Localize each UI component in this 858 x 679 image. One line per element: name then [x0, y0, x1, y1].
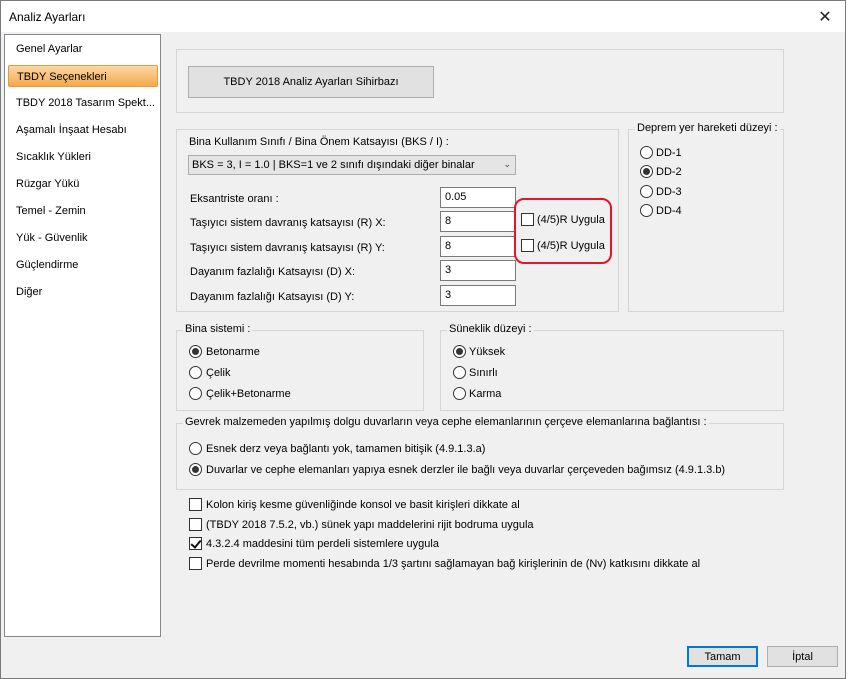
chevron-down-icon[interactable]: ⌄	[503, 156, 511, 174]
gevrek-group-label: Gevrek malzemeden yapılmış dolgu duvarla…	[183, 416, 709, 428]
radio-dd-2[interactable]	[640, 165, 653, 178]
sidebar-item-tbdy-secenekleri[interactable]: TBDY Seçenekleri	[8, 65, 158, 87]
dd-1-label: DD-1	[656, 147, 682, 159]
sidebar-item-ruzgar-yuku[interactable]: Rüzgar Yükü	[8, 173, 158, 195]
dd-3-label: DD-3	[656, 186, 682, 198]
celik-betonarme-label: Çelik+Betonarme	[206, 388, 291, 400]
celik-label: Çelik	[206, 367, 231, 379]
radio-sinirli[interactable]	[453, 366, 466, 379]
eksantriste-label: Eksantriste oranı :	[190, 193, 279, 205]
deprem-group-label: Deprem yer hareketi düzeyi :	[635, 122, 780, 134]
dy-label: Dayanım fazlalığı Katsayısı (D) Y:	[190, 291, 355, 303]
sidebar-item-sicaklik-yukleri[interactable]: Sıcaklık Yükleri	[8, 146, 158, 168]
radio-esnek-derz-bagli[interactable]	[189, 463, 202, 476]
radio-esnek-derz-yok[interactable]	[189, 442, 202, 455]
konsol-kiris-label: Kolon kiriş kesme güvenliğinde konsol ve…	[206, 499, 520, 511]
radio-dd-4[interactable]	[640, 204, 653, 217]
karma-label: Karma	[469, 388, 502, 400]
dy-input[interactable]: 3	[440, 285, 516, 306]
sidebar-item-diger[interactable]: Diğer	[8, 281, 158, 303]
bks-select-value: BKS = 3, I = 1.0 | BKS=1 ve 2 sınıfı dış…	[192, 159, 475, 171]
sidebar-item-guclendirme[interactable]: Güçlendirme	[8, 254, 158, 276]
sidebar-item-genel-ayarlar[interactable]: Genel Ayarlar	[8, 38, 158, 60]
gevrek-group: Gevrek malzemeden yapılmış dolgu duvarla…	[176, 416, 784, 490]
perdeli-sistem-label: 4.3.2.4 maddesini tüm perdeli sistemlere…	[206, 538, 439, 550]
ry-input[interactable]: 8	[440, 236, 516, 257]
bina-sistemi-group-label: Bina sistemi :	[183, 323, 253, 335]
wizard-button[interactable]: TBDY 2018 Analiz Ayarları Sihirbazı	[188, 66, 434, 98]
ry-label: Taşıyıcı sistem davranış katsayısı (R) Y…	[190, 242, 385, 254]
rx-label: Taşıyıcı sistem davranış katsayısı (R) X…	[190, 217, 386, 229]
perdeli-sistem-checkbox[interactable]	[189, 537, 202, 550]
dd-4-label: DD-4	[656, 205, 682, 217]
radio-celik[interactable]	[189, 366, 202, 379]
highlight-annotation	[514, 198, 612, 264]
dialog-window: Analiz Ayarları ✕ Genel Ayarlar TBDY Seç…	[0, 0, 846, 679]
sidebar-item-temel-zemin[interactable]: Temel - Zemin	[8, 200, 158, 222]
radio-karma[interactable]	[453, 387, 466, 400]
radio-yuksek[interactable]	[453, 345, 466, 358]
bks-select[interactable]: BKS = 3, I = 1.0 | BKS=1 ve 2 sınıfı dış…	[188, 155, 516, 175]
dd-2-label: DD-2	[656, 166, 682, 178]
betonarme-label: Betonarme	[206, 346, 260, 358]
sidebar-item-tasarim-spektrumu[interactable]: TBDY 2018 Tasarım Spekt...	[8, 92, 158, 114]
close-icon[interactable]: ✕	[805, 1, 845, 32]
perde-devrilme-checkbox[interactable]	[189, 557, 202, 570]
esnek-derz-yok-label: Esnek derz veya bağlantı yok, tamamen bi…	[206, 443, 486, 455]
sidebar: Genel Ayarlar TBDY Seçenekleri TBDY 2018…	[4, 34, 161, 637]
window-title: Analiz Ayarları	[9, 10, 86, 24]
ok-button[interactable]: Tamam	[687, 646, 758, 667]
rijit-bodrum-label: (TBDY 2018 7.5.2, vb.) sünek yapı maddel…	[206, 519, 534, 531]
sidebar-item-yuk-guvenlik[interactable]: Yük - Güvenlik	[8, 227, 158, 249]
rx-input[interactable]: 8	[440, 211, 516, 232]
sidebar-item-asamali-insaat[interactable]: Aşamalı İnşaat Hesabı	[8, 119, 158, 141]
eksantriste-input[interactable]: 0.05	[440, 187, 516, 208]
sinirli-label: Sınırlı	[469, 367, 498, 379]
perde-devrilme-label: Perde devrilme momenti hesabında 1/3 şar…	[206, 558, 701, 570]
radio-dd-1[interactable]	[640, 146, 653, 159]
konsol-kiris-checkbox[interactable]	[189, 498, 202, 511]
dx-input[interactable]: 3	[440, 260, 516, 281]
radio-celik-betonarme[interactable]	[189, 387, 202, 400]
wizard-group: TBDY 2018 Analiz Ayarları Sihirbazı	[176, 49, 784, 113]
radio-betonarme[interactable]	[189, 345, 202, 358]
esnek-derz-bagli-label: Duvarlar ve cephe elemanları yapıya esne…	[206, 464, 726, 476]
rijit-bodrum-checkbox[interactable]	[189, 518, 202, 531]
bks-group-label: Bina Kullanım Sınıfı / Bina Önem Katsayı…	[187, 136, 451, 148]
title-bar: Analiz Ayarları ✕	[1, 1, 845, 32]
dx-label: Dayanım fazlalığı Katsayısı (D) X:	[190, 266, 356, 278]
radio-dd-3[interactable]	[640, 185, 653, 198]
suneklik-group-label: Süneklik düzeyi :	[447, 323, 534, 335]
yuksek-label: Yüksek	[469, 346, 506, 358]
cancel-button[interactable]: İptal	[767, 646, 838, 667]
